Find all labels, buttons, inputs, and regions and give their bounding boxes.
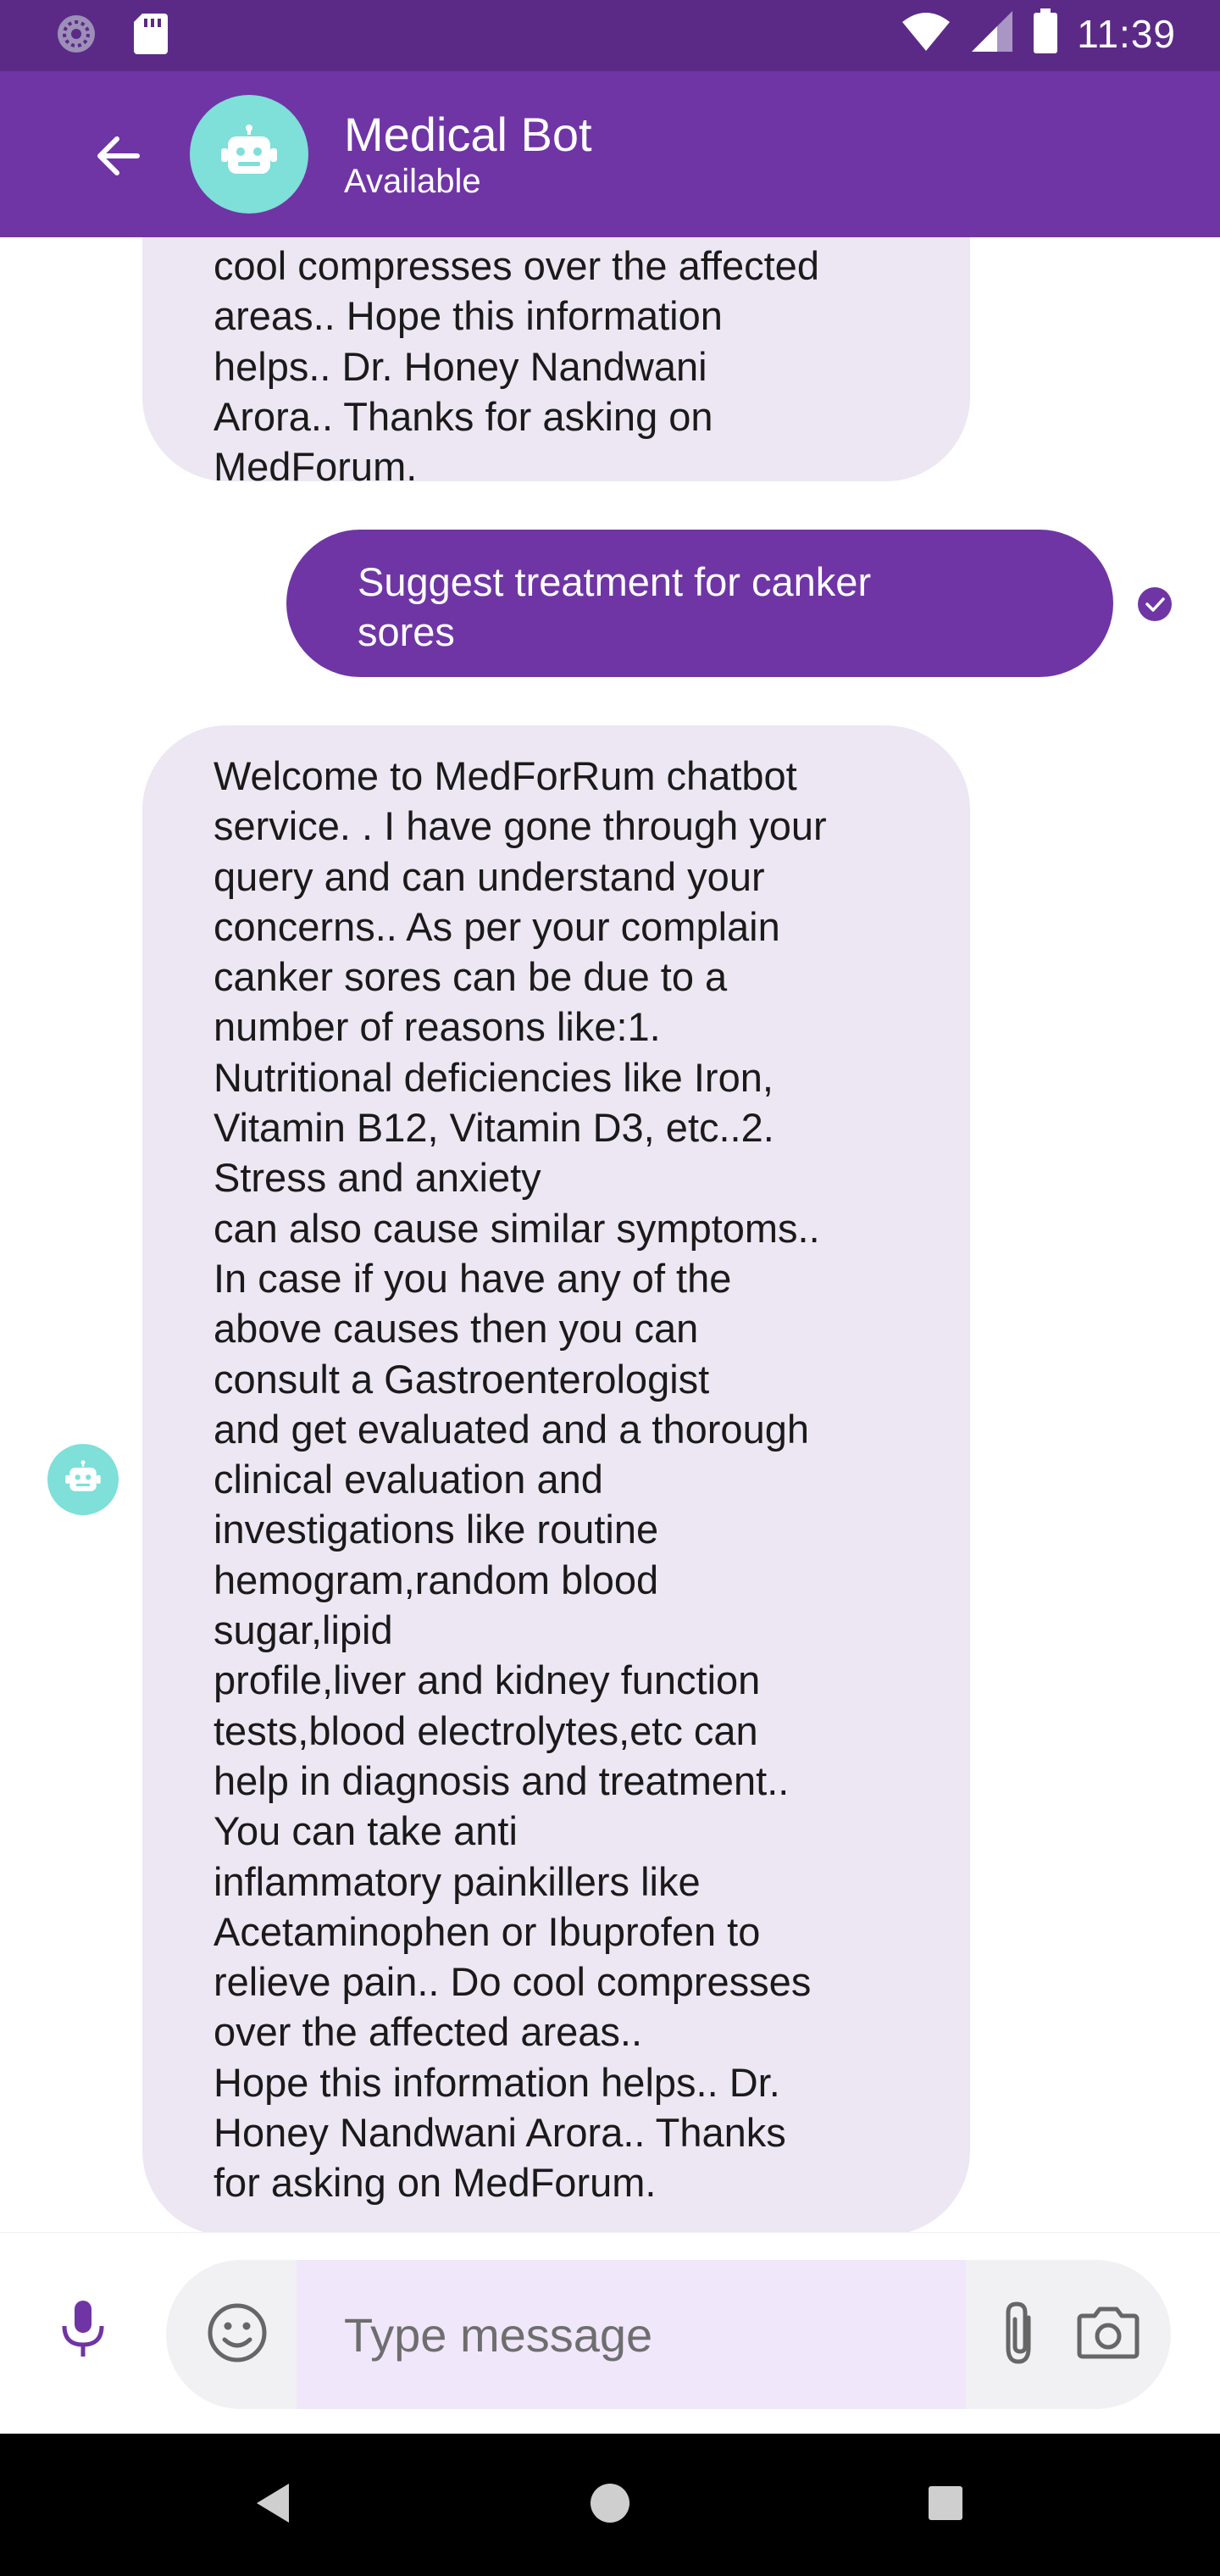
robot-icon — [64, 1459, 102, 1501]
battery-icon — [1033, 8, 1058, 58]
microphone-icon — [59, 2299, 107, 2364]
system-nav-bar — [0, 2434, 1220, 2576]
bot-avatar-small — [47, 1444, 119, 1515]
message-composer — [0, 2232, 1220, 2434]
attachment-icon — [998, 2299, 1039, 2371]
recents-square-icon — [927, 2484, 964, 2526]
back-arrow-icon — [92, 129, 146, 187]
nav-back-button[interactable] — [239, 2471, 307, 2539]
user-message-bubble: Suggest treatment for canker sores — [286, 530, 1113, 677]
bot-name: Medical Bot — [344, 108, 592, 161]
microphone-button[interactable] — [47, 2296, 119, 2367]
bot-avatar[interactable] — [190, 95, 308, 214]
app-bar: Medical Bot Available — [0, 71, 1220, 237]
camera-icon — [1076, 2306, 1140, 2364]
wifi-icon — [901, 10, 951, 57]
home-circle-icon — [589, 2482, 631, 2529]
sd-card-icon — [132, 12, 169, 60]
signal-icon — [970, 9, 1014, 58]
robot-icon — [219, 123, 279, 186]
status-bar: 11:39 — [0, 0, 1220, 71]
nav-recents-button[interactable] — [912, 2471, 979, 2539]
emoji-button[interactable] — [200, 2297, 274, 2372]
attachment-button[interactable] — [981, 2297, 1056, 2372]
user-message-text: Suggest treatment for canker sores — [358, 559, 872, 655]
nav-home-button[interactable] — [576, 2471, 644, 2539]
check-circle-icon — [1137, 586, 1173, 622]
back-triangle-icon — [253, 2482, 292, 2529]
back-button[interactable] — [85, 124, 152, 192]
camera-button[interactable] — [1068, 2297, 1149, 2372]
chat-messages[interactable]: cool compresses over the affected areas.… — [0, 237, 1220, 2232]
status-time: 11:39 — [1077, 11, 1176, 56]
input-pill — [166, 2260, 1171, 2409]
message-input[interactable] — [297, 2260, 966, 2409]
emoji-icon — [205, 2301, 269, 2369]
bot-status: Available — [344, 163, 481, 200]
settings-icon — [54, 12, 98, 60]
bot-message-bubble: Welcome to MedForRum chatbot service. . … — [142, 725, 970, 2232]
bot-message-bubble: cool compresses over the affected areas.… — [142, 237, 970, 489]
